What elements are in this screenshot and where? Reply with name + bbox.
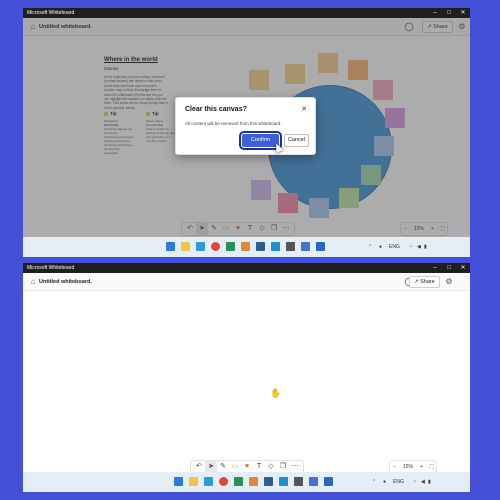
share-label: Share — [420, 279, 435, 285]
chevron-down-icon[interactable]: ⌄ — [89, 277, 93, 287]
battery-icon[interactable]: ▮ — [428, 478, 431, 486]
fit-icon[interactable]: ⛶ — [430, 464, 434, 470]
volume-icon[interactable]: ◀ — [417, 243, 421, 251]
photos-icon[interactable] — [196, 242, 205, 251]
maximize-button[interactable]: □ — [442, 8, 456, 18]
clear-canvas-dialog: Clear this canvas? ✕ All content will be… — [175, 97, 316, 155]
whiteboard-app-icon[interactable] — [316, 242, 325, 251]
app-icon[interactable] — [256, 242, 265, 251]
screenshot-after: Microsoft Whiteboard – □ ✕ ⌂ Untitled wh… — [23, 263, 470, 492]
chevron-up-icon[interactable]: ⌃ — [368, 243, 372, 251]
app-header: ⌂ Untitled whiteboard ⌄ ↗ Share ⚙ — [23, 273, 470, 291]
screenshot-before: Microsoft Whiteboard – □ ✕ ⌂ Untitled wh… — [23, 8, 470, 257]
app-icon[interactable] — [249, 477, 258, 486]
mic-icon[interactable]: ● — [383, 478, 386, 486]
chevron-up-icon[interactable]: ⌃ — [372, 478, 376, 486]
share-button[interactable]: ↗ Share — [409, 276, 440, 288]
app-icon[interactable] — [286, 242, 295, 251]
app-icon[interactable] — [271, 242, 280, 251]
close-window-button[interactable]: ✕ — [456, 8, 470, 18]
wifi-icon[interactable]: ◔ — [409, 243, 412, 251]
volume-icon[interactable]: ◀ — [421, 478, 425, 486]
app-title: Microsoft Whiteboard — [27, 10, 75, 16]
app-icon[interactable] — [294, 477, 303, 486]
home-icon[interactable]: ⌂ — [27, 276, 39, 288]
zoom-in-icon[interactable]: + — [420, 464, 423, 470]
close-window-button[interactable]: ✕ — [456, 263, 470, 273]
app-icon[interactable] — [234, 477, 243, 486]
minimize-button[interactable]: – — [428, 263, 442, 273]
app-icon[interactable] — [309, 477, 318, 486]
file-explorer-icon[interactable] — [189, 477, 198, 486]
zoom-level: 15% — [402, 464, 413, 470]
windows-start-icon[interactable] — [166, 242, 175, 251]
app-icon[interactable] — [226, 242, 235, 251]
taskbar: ⌃ ● ENG ◔ ◀ ▮ — [23, 472, 470, 492]
language-indicator[interactable]: ENG — [389, 243, 400, 251]
maximize-button[interactable]: □ — [442, 263, 456, 273]
gear-icon[interactable]: ⚙ — [444, 277, 454, 287]
app-icon[interactable] — [301, 242, 310, 251]
minimize-button[interactable]: – — [428, 8, 442, 18]
app-icon[interactable] — [241, 242, 250, 251]
whiteboard-app-icon[interactable] — [324, 477, 333, 486]
photos-icon[interactable] — [204, 477, 213, 486]
file-explorer-icon[interactable] — [181, 242, 190, 251]
zoom-out-icon[interactable]: − — [393, 464, 396, 470]
dialog-message: All content will be removed from this wh… — [185, 121, 282, 126]
app-icon[interactable] — [264, 477, 273, 486]
app-icon[interactable] — [219, 477, 228, 486]
window-titlebar: Microsoft Whiteboard — [23, 8, 470, 18]
windows-start-icon[interactable] — [174, 477, 183, 486]
close-icon[interactable]: ✕ — [301, 105, 307, 113]
app-icon[interactable] — [279, 477, 288, 486]
dialog-title: Clear this canvas? — [185, 106, 247, 113]
wifi-icon[interactable]: ◔ — [413, 478, 416, 486]
battery-icon[interactable]: ▮ — [424, 243, 427, 251]
window-titlebar: Microsoft Whiteboard — [23, 263, 470, 273]
app-icon[interactable] — [211, 242, 220, 251]
app-title: Microsoft Whiteboard — [27, 265, 75, 271]
cancel-button[interactable]: Cancel — [284, 134, 309, 147]
mouse-cursor-icon — [272, 141, 284, 154]
mic-icon[interactable]: ● — [379, 243, 382, 251]
language-indicator[interactable]: ENG — [393, 478, 404, 486]
taskbar: ⌃ ● ENG ◔ ◀ ▮ — [23, 237, 470, 257]
hand-cursor-icon: ✋ — [270, 388, 282, 398]
whiteboard-canvas[interactable] — [23, 291, 470, 472]
document-title[interactable]: Untitled whiteboard — [39, 277, 90, 287]
